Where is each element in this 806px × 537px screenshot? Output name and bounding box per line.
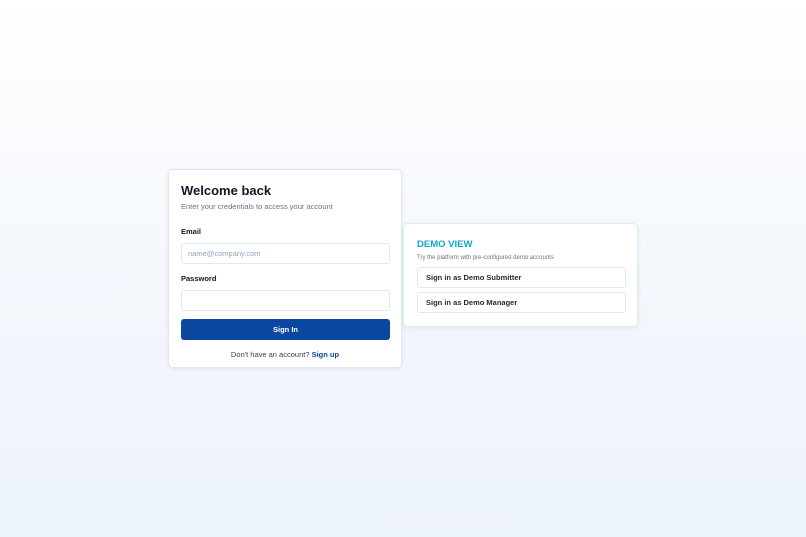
email-label: Email bbox=[181, 227, 202, 236]
login-card: Welcome back Enter your credentials to a… bbox=[168, 169, 402, 368]
signup-prompt: Don't have an account? bbox=[230, 350, 312, 359]
login-subtitle: Enter your credentials to access your ac… bbox=[181, 202, 333, 211]
password-label: Password bbox=[181, 274, 217, 283]
signup-link[interactable]: Sign up bbox=[312, 350, 340, 359]
sign-in-button[interactable]: Sign In bbox=[181, 319, 390, 340]
login-title: Welcome back bbox=[181, 183, 272, 198]
demo-card: DEMO VIEW Try the platform with pre-conf… bbox=[403, 223, 638, 327]
password-input[interactable] bbox=[181, 290, 390, 311]
signup-row: Don't have an account? Sign up bbox=[181, 350, 389, 360]
demo-title: DEMO VIEW bbox=[417, 239, 473, 250]
demo-submitter-button[interactable]: Sign in as Demo Submitter bbox=[417, 267, 626, 288]
demo-subtitle: Try the platform with pre-configured dem… bbox=[417, 255, 554, 261]
demo-manager-button[interactable]: Sign in as Demo Manager bbox=[417, 292, 626, 313]
email-input[interactable] bbox=[181, 243, 390, 264]
